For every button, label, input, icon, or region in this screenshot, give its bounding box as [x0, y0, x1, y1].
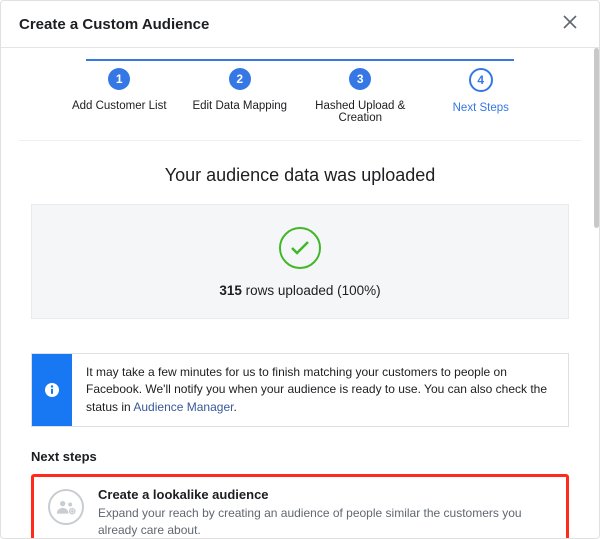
- upload-status-box: 315 rows uploaded (100%): [31, 204, 569, 319]
- close-icon: [563, 15, 577, 29]
- audience-manager-link[interactable]: Audience Manager: [133, 400, 233, 414]
- option-title: Create a lookalike audience: [98, 487, 552, 502]
- info-icon: [44, 382, 60, 398]
- upload-status-suffix: rows uploaded (100%): [242, 283, 381, 298]
- option-create-lookalike[interactable]: Create a lookalike audience Expand your …: [31, 474, 569, 538]
- info-banner: It may take a few minutes for us to fini…: [31, 353, 569, 427]
- step-add-customer-list[interactable]: 1 Add Customer List: [59, 68, 180, 112]
- lookalike-icon: [48, 489, 84, 525]
- close-button[interactable]: [563, 15, 581, 33]
- step-edit-data-mapping[interactable]: 2 Edit Data Mapping: [180, 68, 301, 112]
- option-desc: Expand your reach by creating an audienc…: [98, 505, 552, 538]
- step-label: Hashed Upload & Creation: [300, 100, 421, 124]
- step-number: 4: [469, 68, 493, 92]
- info-text-suffix: .: [233, 400, 236, 414]
- step-number: 3: [349, 68, 371, 90]
- upload-status-text: 315 rows uploaded (100%): [42, 283, 558, 298]
- next-steps-section: Next steps Create a lookalike audience E…: [1, 427, 599, 538]
- step-label: Edit Data Mapping: [180, 100, 301, 112]
- step-label: Next Steps: [421, 102, 542, 114]
- success-check-icon: [279, 227, 321, 269]
- modal-header: Create a Custom Audience: [1, 1, 599, 48]
- option-body: Create a lookalike audience Expand your …: [98, 487, 552, 538]
- stepper: 1 Add Customer List 2 Edit Data Mapping …: [19, 48, 581, 141]
- step-hashed-upload[interactable]: 3 Hashed Upload & Creation: [300, 68, 421, 124]
- modal-title: Create a Custom Audience: [19, 16, 209, 33]
- step-number: 2: [229, 68, 251, 90]
- create-audience-modal: Create a Custom Audience 1 Add Customer …: [0, 0, 600, 539]
- upload-row-count: 315: [219, 283, 242, 298]
- upload-heading: Your audience data was uploaded: [31, 165, 569, 186]
- modal-body: 1 Add Customer List 2 Edit Data Mapping …: [1, 48, 599, 538]
- info-text: It may take a few minutes for us to fini…: [72, 354, 568, 426]
- step-next-steps[interactable]: 4 Next Steps: [421, 68, 542, 114]
- step-number: 1: [108, 68, 130, 90]
- info-icon-box: [32, 354, 72, 426]
- upload-result-section: Your audience data was uploaded 315 rows…: [1, 141, 599, 339]
- stepper-line: [86, 59, 513, 61]
- step-label: Add Customer List: [59, 100, 180, 112]
- next-steps-heading: Next steps: [31, 449, 569, 464]
